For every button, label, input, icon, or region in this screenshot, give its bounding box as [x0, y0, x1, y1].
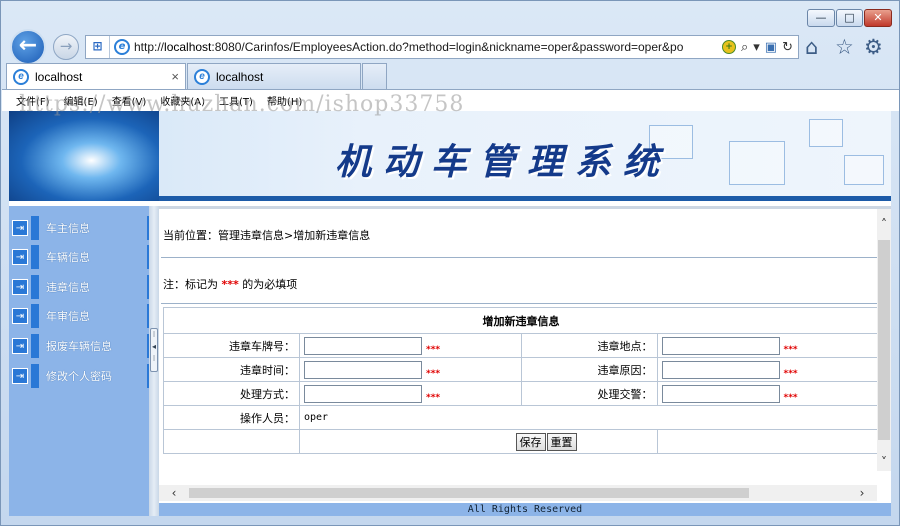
tab-localhost[interactable]: e localhost	[187, 63, 361, 89]
reset-button[interactable]: 重置	[546, 432, 577, 451]
vertical-scroll-thumb[interactable]	[878, 240, 890, 440]
sidebar-item-inspection-info[interactable]: ⇥ 年审信息	[9, 304, 149, 328]
menu-tools[interactable]: 工具(T)	[219, 93, 253, 108]
forward-button[interactable]: →	[53, 34, 79, 60]
reason-label: 违章原因：	[520, 357, 658, 382]
browser-window: — □ ✕ ← → ⊞ e http://localhost:8080/Cari…	[0, 0, 900, 526]
banner-logo-image	[9, 111, 159, 201]
search-icon[interactable]: ⌕	[741, 40, 748, 55]
tab-localhost-active[interactable]: e localhost ×	[6, 63, 186, 89]
scroll-up-icon[interactable]: ˄	[877, 217, 891, 231]
plate-input[interactable]	[304, 336, 422, 355]
handling-input[interactable]	[304, 384, 422, 403]
menu-edit[interactable]: 编辑(E)	[64, 93, 98, 108]
scroll-down-icon[interactable]: ˅	[877, 455, 891, 469]
horizontal-scroll-thumb[interactable]	[189, 488, 749, 498]
refresh-icon[interactable]: ↻	[782, 40, 793, 55]
arrow-right-icon: ⇥	[12, 279, 28, 295]
required-mark: ***	[426, 392, 441, 403]
system-title: 机动车管理系统	[335, 141, 672, 183]
breadcrumb: 当前位置：管理违章信息>增加新违章信息	[163, 229, 371, 242]
vertical-scrollbar[interactable]: ˄ ˅	[877, 209, 891, 471]
arrow-right-icon: ⇥	[12, 220, 28, 236]
time-input[interactable]	[304, 360, 422, 379]
collapse-sidebar-handle[interactable]: ⁝ ◂ ⁝	[150, 328, 158, 372]
required-mark: ***	[783, 344, 798, 355]
officer-label: 处理交警：	[520, 381, 658, 406]
required-mark: ***	[783, 392, 798, 403]
required-note: 注：标记为 *** 的为必填项	[163, 278, 298, 291]
plate-label: 违章车牌号：	[163, 333, 300, 358]
form-title: 增加新违章信息	[163, 307, 879, 334]
feed-icon[interactable]: ▣	[765, 40, 777, 55]
home-icon[interactable]: ⌂	[805, 35, 818, 59]
required-mark: ***	[783, 368, 798, 379]
required-mark: ***	[426, 368, 441, 379]
operator-label: 操作人员：	[163, 405, 300, 430]
compatibility-view-button[interactable]: ⊞	[86, 36, 110, 58]
arrow-right-icon: ⇥	[12, 368, 28, 384]
sidebar: ⇥ 车主信息 ⇥ 车辆信息 ⇥ 违章信息 ⇥ 年审信息 ⇥ 报废车辆信息 ⇥ 修…	[9, 206, 149, 516]
close-tab-icon[interactable]: ×	[171, 69, 179, 84]
location-input[interactable]	[661, 336, 780, 355]
sidebar-item-change-password[interactable]: ⇥ 修改个人密码	[9, 364, 149, 388]
web-page: 机动车管理系统 ⇥ 车主信息 ⇥ 车辆信息 ⇥ 违章信息 ⇥ 年审信息 ⇥ 报废…	[9, 111, 891, 516]
location-label: 违章地点：	[520, 333, 658, 358]
violation-form: 增加新违章信息 违章车牌号： *** 违章地点： *** 违章时间： *** 违…	[163, 307, 879, 454]
scroll-right-icon[interactable]: ›	[855, 486, 869, 500]
close-window-button[interactable]: ✕	[864, 9, 892, 27]
sidebar-item-vehicle-info[interactable]: ⇥ 车辆信息	[9, 245, 149, 269]
handling-label: 处理方式：	[163, 381, 300, 406]
url-text[interactable]: http://localhost:8080/Carinfos/Employees…	[134, 40, 717, 54]
scroll-left-icon[interactable]: ‹	[167, 486, 181, 500]
address-bar[interactable]: ⊞ e http://localhost:8080/Carinfos/Emplo…	[85, 35, 799, 59]
addon-icon[interactable]: +	[721, 40, 736, 54]
sidebar-item-owner-info[interactable]: ⇥ 车主信息	[9, 216, 149, 240]
save-button[interactable]: 保存	[515, 432, 546, 451]
arrow-right-icon: ⇥	[12, 338, 28, 354]
ie-page-icon: e	[114, 39, 130, 55]
operator-value: oper	[299, 405, 879, 430]
menu-file[interactable]: 文件(F)	[16, 93, 50, 108]
menu-help[interactable]: 帮助(H)	[267, 93, 302, 108]
forward-arrow-icon: →	[59, 37, 73, 55]
maximize-button[interactable]: □	[836, 9, 863, 27]
time-label: 违章时间：	[163, 357, 300, 382]
new-tab-button[interactable]	[362, 63, 387, 89]
arrow-right-icon: ⇥	[12, 308, 28, 324]
address-dropdown-icon[interactable]: ▾	[753, 40, 760, 55]
divider	[161, 303, 877, 304]
menu-bar: 文件(F) 编辑(E) 查看(V) 收藏夹(A) 工具(T) 帮助(H)	[2, 89, 899, 111]
horizontal-scrollbar[interactable]: ‹ ›	[159, 485, 877, 501]
divider	[161, 257, 877, 258]
content-frame: 当前位置：管理违章信息>增加新违章信息 注：标记为 *** 的为必填项 增加新违…	[159, 206, 891, 516]
required-mark: ***	[426, 344, 441, 355]
sidebar-item-violation-info[interactable]: ⇥ 违章信息	[9, 275, 149, 299]
page-footer: All Rights Reserved	[159, 503, 891, 516]
menu-favorites[interactable]: 收藏夹(A)	[160, 93, 205, 108]
reason-input[interactable]	[661, 360, 780, 379]
ie-tab-icon: e	[13, 68, 29, 85]
frame-splitter[interactable]: ⁝ ◂ ⁝	[149, 206, 159, 516]
ie-tab-icon: e	[194, 68, 210, 85]
favorites-star-icon[interactable]: ☆	[835, 35, 854, 59]
back-arrow-icon: ←	[18, 33, 38, 58]
officer-input[interactable]	[661, 384, 780, 403]
arrow-right-icon: ⇥	[12, 249, 28, 265]
menu-view[interactable]: 查看(V)	[112, 93, 147, 108]
sidebar-item-scrapped-vehicles[interactable]: ⇥ 报废车辆信息	[9, 334, 149, 358]
settings-gear-icon[interactable]: ⚙	[864, 35, 883, 59]
header-banner: 机动车管理系统	[9, 111, 891, 201]
minimize-button[interactable]: —	[807, 9, 835, 27]
back-button[interactable]: ←	[10, 29, 46, 65]
